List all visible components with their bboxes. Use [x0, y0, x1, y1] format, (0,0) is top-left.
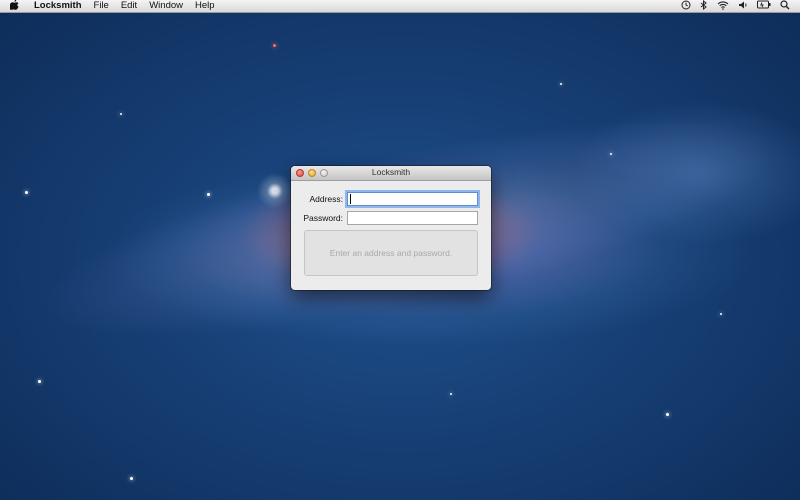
edit-menu[interactable]: Edit	[121, 0, 137, 12]
bluetooth-icon[interactable]	[700, 0, 708, 13]
star	[25, 191, 28, 194]
password-label: Password:	[303, 213, 343, 223]
star	[207, 193, 210, 196]
status-message-box: Enter an address and password.	[304, 230, 478, 276]
star	[560, 83, 562, 85]
window-menu[interactable]: Window	[149, 0, 183, 12]
address-label: Address:	[309, 194, 343, 204]
locksmith-window: Locksmith Address: Password: Enter an ad…	[291, 166, 491, 290]
status-area	[681, 0, 790, 13]
file-menu[interactable]: File	[94, 0, 109, 12]
star	[120, 113, 122, 115]
help-menu[interactable]: Help	[195, 0, 215, 12]
volume-icon[interactable]	[738, 0, 748, 13]
status-message: Enter an address and password.	[329, 248, 453, 258]
password-input[interactable]	[347, 211, 478, 225]
star	[450, 393, 452, 395]
text-caret	[350, 194, 351, 204]
menu-bar: Locksmith File Edit Window Help	[0, 0, 800, 13]
star	[666, 413, 669, 416]
spotlight-icon[interactable]	[780, 0, 790, 13]
address-row: Address:	[291, 192, 491, 206]
star	[38, 380, 41, 383]
star	[273, 44, 276, 47]
time-machine-icon[interactable]	[681, 0, 691, 13]
window-title: Locksmith	[371, 167, 411, 177]
title-bar[interactable]: Locksmith	[291, 166, 491, 181]
battery-icon[interactable]	[757, 0, 771, 12]
wifi-icon[interactable]	[717, 0, 729, 13]
star	[720, 313, 722, 315]
apple-menu-icon[interactable]	[9, 0, 22, 14]
star	[130, 477, 133, 480]
address-input[interactable]	[347, 192, 478, 206]
password-row: Password:	[291, 211, 491, 225]
star	[610, 153, 612, 155]
app-menu[interactable]: Locksmith	[34, 0, 82, 12]
